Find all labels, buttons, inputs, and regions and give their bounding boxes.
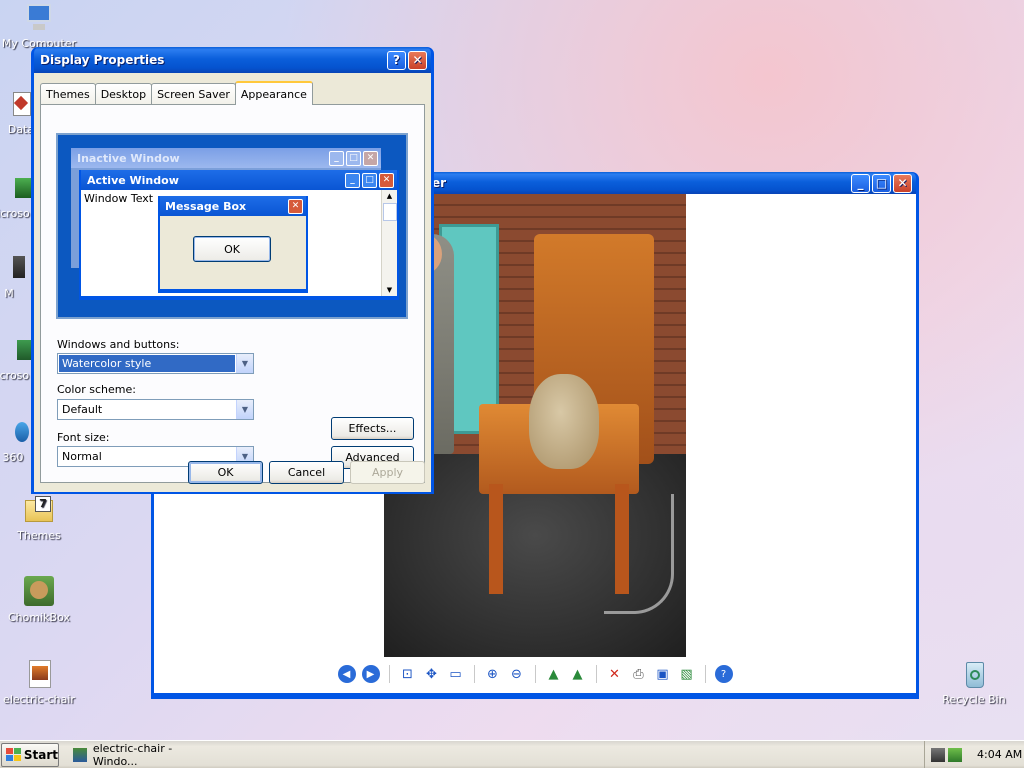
help-icon: ? [393,53,400,67]
start-label: Start [23,747,58,762]
maximize-button[interactable]: □ [872,173,891,193]
effects-button[interactable]: Effects... [331,417,414,440]
minimize-button[interactable]: _ [851,173,870,193]
desktop-icon-chomikbox[interactable]: ChomikBox [0,576,78,624]
chevron-down-icon[interactable]: ▼ [236,354,253,373]
print-icon[interactable]: ⎙ [630,665,648,683]
close-icon: ✕ [412,53,423,67]
tab-appearance[interactable]: Appearance [234,81,313,105]
close-button[interactable]: ✕ [893,173,912,193]
font-size-label: Font size: [57,431,110,444]
image-file-icon [23,658,55,690]
help-button[interactable]: ? [387,50,406,70]
preview-message-box: Message Box ✕ OK [158,196,308,293]
zoom-out-icon[interactable]: ⊖ [508,665,526,683]
slideshow-icon[interactable]: ▭ [447,665,465,683]
minimize-icon: _ [857,176,864,190]
appearance-preview: Inactive Window _ □ ✕ Active Window _ □ ✕ Wi… [56,133,408,319]
clock[interactable]: 4:04 AM [977,748,1022,761]
preview-inactive-title: Inactive Window [77,151,180,165]
themes-folder-icon: 7 [23,494,55,526]
next-image-icon[interactable]: ▶ [361,665,380,683]
rotate-counterclockwise-icon[interactable]: ▲ [569,665,587,683]
help-icon[interactable]: ? [714,665,733,683]
rotate-clockwise-icon[interactable]: ▲ [545,665,563,683]
recycle-bin-icon [958,658,990,690]
preview-ok-button: OK [193,236,271,262]
tab-desktop[interactable]: Desktop [94,83,153,104]
image-viewer-icon [73,747,87,762]
taskbar: Start electric-chair - Windo... 4:04 AM [0,740,1024,768]
close-icon: ✕ [897,176,908,190]
preview-active-window: Active Window _ □ ✕ Window Text ▲ ▼ Mess… [79,170,399,300]
preview-scrollbar: ▲ ▼ [381,190,397,296]
appearance-panel: Inactive Window _ □ ✕ Active Window _ □ ✕ Wi… [40,104,425,483]
taskbar-item-label: electric-chair - Windo... [92,741,173,768]
close-icon: ✕ [288,198,303,214]
dialog-title: Display Properties [40,53,165,67]
close-icon: ✕ [363,150,378,166]
tab-themes[interactable]: Themes [40,83,96,104]
app-icon [1,172,33,204]
chevron-down-icon[interactable]: ▼ [236,400,253,419]
scroll-down-icon: ▼ [386,286,393,294]
chomikbox-icon [23,576,55,608]
maximize-icon: □ [362,172,377,188]
close-icon: ✕ [379,172,394,188]
display-properties-dialog[interactable]: Display Properties ? ✕ Themes Desktop Sc… [31,47,434,494]
desktop-icon-recycle-bin[interactable]: Recycle Bin [935,658,1013,706]
taskbar-item-electric-chair[interactable]: electric-chair - Windo... [69,741,219,768]
windows-buttons-label: Windows and buttons: [57,338,180,351]
copy-to-icon[interactable]: ▣ [654,665,672,683]
dialog-client: Themes Desktop Screen Saver Appearance I… [34,73,431,492]
viewer-toolbar: ◀ ▶ ⊡ ✥ ▭ ⊕ ⊖ ▲ ▲ ✕ ⎙ ▣ ▧ ? [154,663,916,685]
apply-button[interactable]: Apply [350,461,425,484]
app-icon [1,334,33,366]
actual-size-icon[interactable]: ✥ [423,665,441,683]
tray-network-icon[interactable] [948,747,962,762]
maximize-icon: □ [875,176,888,190]
desktop-icon-electric-chair[interactable]: electric-chair [0,658,78,706]
app-icon [0,416,29,448]
minimize-icon: _ [329,150,344,166]
color-scheme-combo[interactable]: Default ▼ [57,399,254,420]
windows-buttons-value: Watercolor style [59,355,235,372]
start-button[interactable]: Start [1,742,59,767]
ok-button[interactable]: OK [188,461,263,484]
open-for-editing-icon[interactable]: ▧ [678,665,696,683]
zoom-in-icon[interactable]: ⊕ [484,665,502,683]
preview-window-text: Window Text [84,192,154,205]
previous-image-icon[interactable]: ◀ [337,665,356,683]
minimize-icon: _ [345,172,360,188]
color-scheme-label: Color scheme: [57,383,136,396]
desktop-icon-my-computer[interactable]: My Computer [0,2,78,50]
best-fit-icon[interactable]: ⊡ [399,665,417,683]
tab-strip: Themes Desktop Screen Saver Appearance [40,81,313,105]
color-scheme-value: Default [62,403,103,416]
dialog-titlebar[interactable]: Display Properties ? ✕ [34,47,431,73]
preview-active-title: Active Window [87,173,179,187]
windows-buttons-combo[interactable]: Watercolor style ▼ [57,353,254,374]
app-icon [0,252,25,284]
tray-app-icon[interactable] [931,747,945,762]
scroll-up-icon: ▲ [386,192,393,200]
dialog-close-button[interactable]: ✕ [408,50,427,70]
maximize-icon: □ [346,150,361,166]
cancel-button[interactable]: Cancel [269,461,344,484]
preview-message-box-title: Message Box [165,199,247,213]
desktop-icon-themes[interactable]: 7 Themes [0,494,78,542]
windows-logo-icon [6,747,21,762]
delete-icon[interactable]: ✕ [606,665,624,683]
computer-icon [23,2,55,34]
tab-screen-saver[interactable]: Screen Saver [151,83,236,104]
system-tray: 4:04 AM [924,741,1024,768]
